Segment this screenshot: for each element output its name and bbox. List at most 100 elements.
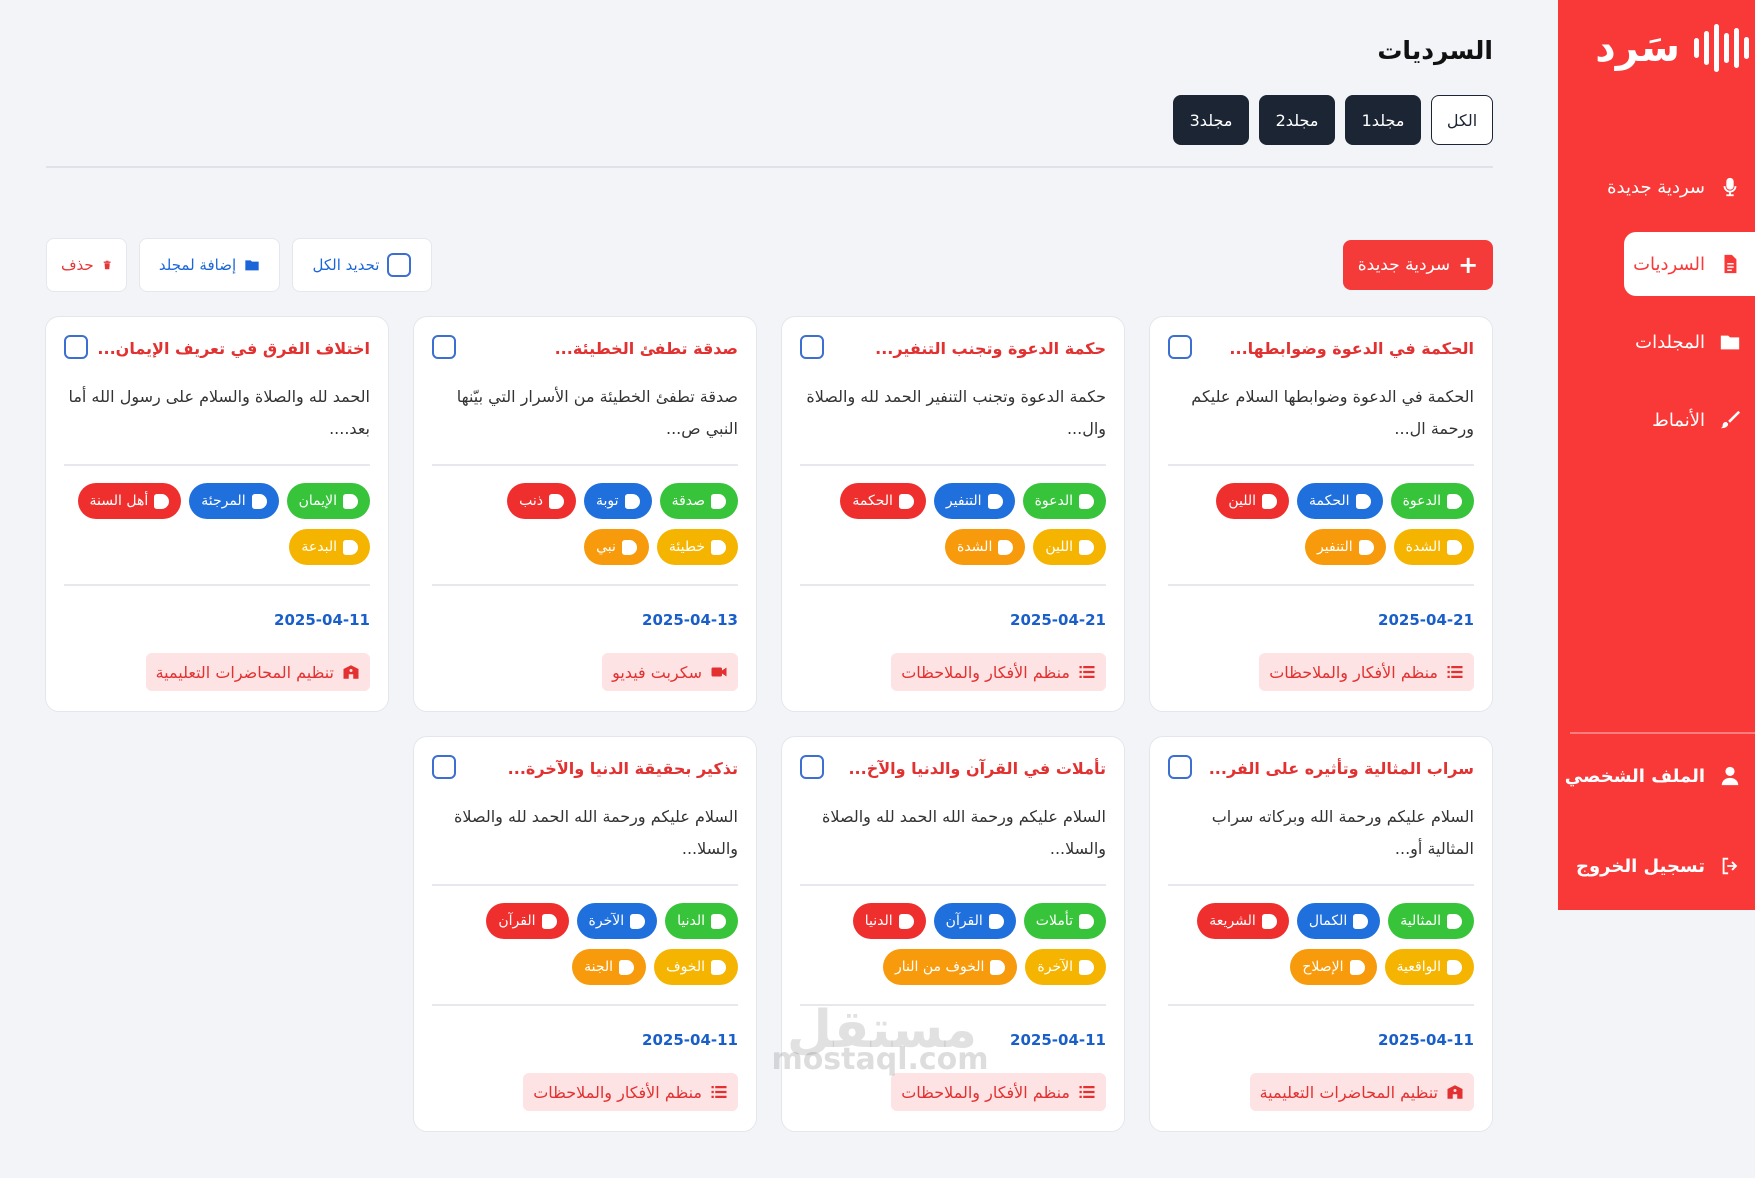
select-all-button[interactable]: تحديد الكل	[292, 238, 432, 292]
card-title[interactable]: اختلاف الفرق في تعريف الإيمان...	[97, 339, 370, 358]
card-title[interactable]: الحكمة في الدعوة وضوابطها...	[1229, 339, 1474, 358]
sidebar-item-label: السرديات	[1633, 253, 1705, 275]
new-narrative-button[interactable]: + سردية جديدة	[1343, 240, 1493, 290]
card-category-badge[interactable]: تنظيم المحاضرات التعليمية	[1249, 1073, 1474, 1111]
tag-chip[interactable]: الإصلاح	[1290, 949, 1377, 985]
card-category-badge[interactable]: منظم الأفكار والملاحظات	[891, 1073, 1106, 1111]
tag-label: الآخرة	[588, 913, 625, 929]
tag-chip[interactable]: التنفير	[933, 483, 1015, 519]
tag-icon	[541, 913, 557, 929]
tag-chip[interactable]: القرآن	[486, 903, 569, 939]
tag-chip[interactable]: الآخرة	[576, 903, 658, 939]
page-title: السرديات	[1377, 36, 1493, 65]
tag-icon	[1261, 913, 1277, 929]
tag-chip[interactable]: ذنب	[507, 483, 577, 519]
tag-chip[interactable]: تأملات	[1023, 903, 1106, 939]
add-to-folder-button[interactable]: إضافة لمجلد	[139, 238, 280, 292]
tab-folder-2[interactable]: مجلد2	[1259, 95, 1335, 145]
card-date: 2025-04-11	[274, 611, 370, 629]
select-all-checkbox[interactable]	[387, 253, 412, 277]
tab-all[interactable]: الكل	[1431, 95, 1493, 145]
brush-icon	[1720, 410, 1741, 429]
tag-label: المثالية	[1400, 913, 1441, 929]
card-checkbox[interactable]	[64, 335, 88, 359]
tag-chip[interactable]: اللين	[1216, 483, 1290, 519]
card-checkbox[interactable]	[432, 335, 456, 359]
tag-icon	[251, 493, 267, 509]
tag-chip[interactable]: المثالية	[1388, 903, 1474, 939]
category-label: تنظيم المحاضرات التعليمية	[155, 662, 334, 682]
tag-icon	[1349, 959, 1365, 975]
tag-chip[interactable]: البدعة	[289, 529, 370, 565]
tag-chip[interactable]: الشدة	[945, 529, 1026, 565]
tag-label: توبة	[596, 493, 619, 509]
app-logo[interactable]: سَرد	[1595, 22, 1749, 74]
card-checkbox[interactable]	[800, 755, 824, 779]
tag-chip[interactable]: الخوف من النار	[883, 949, 1018, 985]
card-category-badge[interactable]: تنظيم المحاضرات التعليمية	[145, 653, 370, 691]
sidebar-item-styles[interactable]: الأنماط	[1558, 388, 1755, 452]
card-title[interactable]: تأملات في القرآن والدنيا والآخ...	[848, 759, 1106, 778]
tag-chip[interactable]: الحكمة	[1297, 483, 1383, 519]
delete-button[interactable]: حذف	[46, 238, 127, 292]
tag-chip[interactable]: اللين	[1033, 529, 1106, 565]
tag-chip[interactable]: التنفير	[1305, 529, 1386, 565]
tag-chip[interactable]: الواقعية	[1384, 949, 1474, 985]
sidebar-item-new-narrative[interactable]: سردية جديدة	[1558, 155, 1755, 219]
tag-chip[interactable]: المرجئة	[189, 483, 279, 519]
card-checkbox[interactable]	[1168, 755, 1192, 779]
tag-chip[interactable]: الدنيا	[852, 903, 926, 939]
sidebar-item-profile[interactable]: الملف الشخصي	[1558, 744, 1755, 808]
tag-label: الواقعية	[1396, 959, 1441, 975]
tag-chip[interactable]: الإيمان	[286, 483, 370, 519]
tag-chip[interactable]: خطيئة	[656, 529, 738, 565]
sidebar-item-folders[interactable]: المجلدات	[1558, 310, 1755, 374]
tag-chip[interactable]: الشريعة	[1197, 903, 1289, 939]
card-title[interactable]: حكمة الدعوة وتجنب التنفير...	[875, 339, 1106, 358]
tag-chip[interactable]: أهل السنة	[77, 483, 182, 519]
card-excerpt: صدقة تطفئ الخطيئة من الأسرار التي بيّنها…	[456, 387, 738, 438]
tag-chip[interactable]: الجنة	[572, 949, 647, 985]
tag-chip[interactable]: نبي	[584, 529, 649, 565]
card-title[interactable]: تذكير بحقيقة الدنيا والآخرة...	[508, 759, 738, 778]
logo-text: سَرد	[1595, 25, 1680, 71]
card-category-badge[interactable]: منظم الأفكار والملاحظات	[1259, 653, 1474, 691]
tag-chip[interactable]: الآخرة	[1025, 949, 1106, 985]
card-title[interactable]: سراب المثالية وتأثيره على الفر...	[1209, 759, 1474, 778]
tab-folder-3[interactable]: مجلد3	[1173, 95, 1249, 145]
tag-chip[interactable]: توبة	[584, 483, 652, 519]
header-divider	[46, 166, 1493, 168]
tag-label: الدعوة	[1402, 493, 1441, 509]
tag-label: البدعة	[301, 539, 337, 555]
card-excerpt: السلام عليكم ورحمة الله وبركاته سراب الم…	[1211, 807, 1474, 858]
card-divider	[1168, 584, 1474, 586]
tag-chip[interactable]: الشدة	[1393, 529, 1474, 565]
sidebar-item-logout[interactable]: تسجيل الخروج	[1558, 834, 1755, 898]
card-divider	[432, 884, 738, 886]
sidebar-item-narratives[interactable]: السرديات	[1624, 232, 1755, 296]
narrative-card[interactable]: اختلاف الفرق في تعريف الإيمان... الحمد لل…	[45, 316, 389, 712]
card-divider	[1168, 464, 1474, 466]
narrative-card[interactable]: صدقة تطفئ الخطيئة... صدقة تطفئ الخطيئة من…	[413, 316, 757, 712]
tag-label: الإصلاح	[1302, 959, 1344, 975]
narrative-card[interactable]: حكمة الدعوة وتجنب التنفير... حكمة الدعوة …	[781, 316, 1125, 712]
tab-folder-1[interactable]: مجلد1	[1345, 95, 1421, 145]
card-category-badge[interactable]: منظم الأفكار والملاحظات	[891, 653, 1106, 691]
tag-chip[interactable]: الكمال	[1296, 903, 1381, 939]
card-checkbox[interactable]	[432, 755, 456, 779]
tag-chip[interactable]: صدقة	[659, 483, 738, 519]
card-category-badge[interactable]: منظم الأفكار والملاحظات	[523, 1073, 738, 1111]
tag-chip[interactable]: الخوف	[654, 949, 738, 985]
tag-chip[interactable]: الدنيا	[665, 903, 738, 939]
card-checkbox[interactable]	[800, 335, 824, 359]
card-category-badge[interactable]: سكربت فيديو	[602, 653, 738, 691]
narrative-card[interactable]: الحكمة في الدعوة وضوابطها... الحكمة في ال…	[1149, 316, 1493, 712]
narrative-card[interactable]: تذكير بحقيقة الدنيا والآخرة... السلام علي…	[413, 736, 757, 1132]
tag-chip[interactable]: الدعوة	[1022, 483, 1106, 519]
tag-chip[interactable]: القرآن	[933, 903, 1016, 939]
card-checkbox[interactable]	[1168, 335, 1192, 359]
narrative-card[interactable]: سراب المثالية وتأثيره على الفر... السلام …	[1149, 736, 1493, 1132]
tag-chip[interactable]: الحكمة	[840, 483, 926, 519]
card-title[interactable]: صدقة تطفئ الخطيئة...	[555, 339, 738, 358]
tag-chip[interactable]: الدعوة	[1390, 483, 1474, 519]
